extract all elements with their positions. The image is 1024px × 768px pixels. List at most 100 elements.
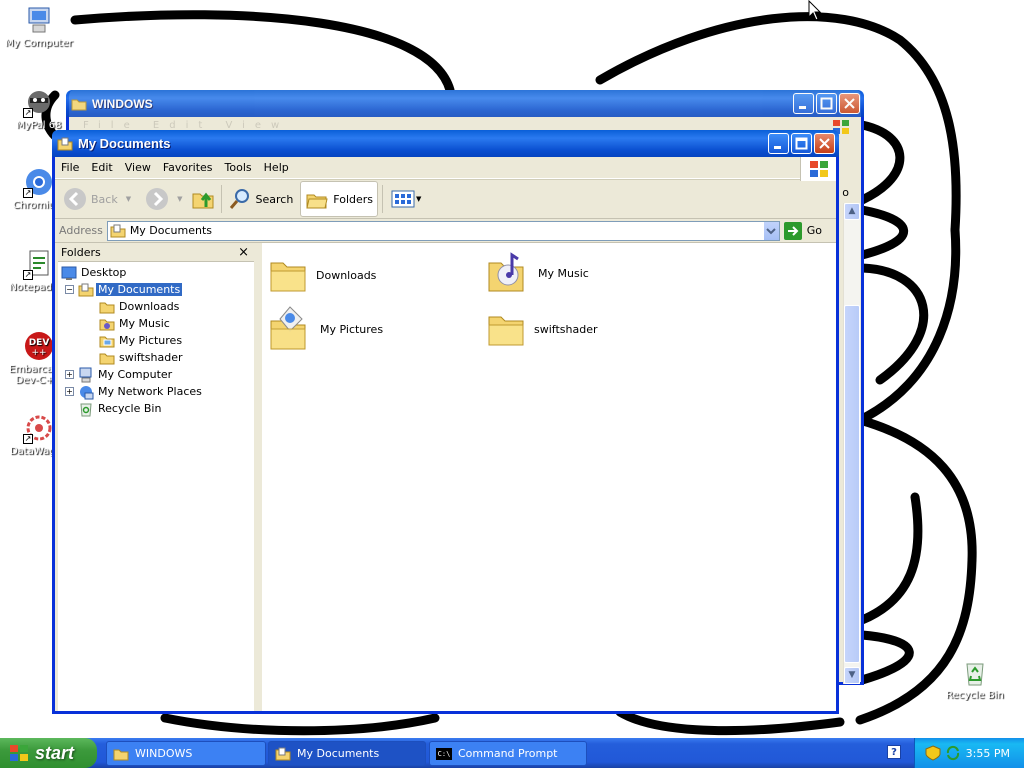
- menu-favorites[interactable]: Favorites: [157, 157, 219, 179]
- folder-icon: [99, 353, 115, 364]
- my-documents-folder-icon: [57, 137, 73, 150]
- shortcut-arrow-icon: ↗: [23, 434, 33, 444]
- desktop-icon-recycle-bin[interactable]: Recycle Bin: [935, 656, 1015, 701]
- tree-item-my-network-places[interactable]: + My Network Places: [58, 383, 254, 400]
- menu-bar: File Edit View Favorites Tools Help: [55, 157, 836, 181]
- tree-item-downloads[interactable]: Downloads: [58, 298, 254, 315]
- close-icon: [819, 138, 830, 149]
- desktop-icon-label: Recycle Bin: [946, 690, 1004, 701]
- my-documents-window[interactable]: My Documents File Edit View Favorites To…: [52, 130, 839, 714]
- forward-button[interactable]: ▼: [141, 181, 186, 217]
- forward-arrow-icon: [146, 188, 169, 210]
- help-icon[interactable]: ?: [887, 745, 901, 759]
- forward-dropdown-icon[interactable]: ▼: [177, 195, 182, 203]
- title-bar[interactable]: My Documents: [52, 130, 839, 157]
- back-dropdown-icon[interactable]: ▼: [126, 195, 131, 203]
- task-command-prompt[interactable]: C:\ Command Prompt: [429, 741, 587, 766]
- svg-text:++: ++: [31, 348, 46, 358]
- item-my-pictures[interactable]: My Pictures: [268, 305, 383, 353]
- sync-arrows-icon[interactable]: [945, 745, 961, 761]
- my-documents-folder-icon: [78, 283, 94, 296]
- desktop-icon-label: My Computer: [5, 38, 73, 49]
- scroll-down-button[interactable]: ▼: [844, 667, 860, 684]
- search-button[interactable]: Search: [224, 181, 298, 217]
- menu-tools[interactable]: Tools: [219, 157, 258, 179]
- computer-icon: [79, 367, 92, 382]
- window-title: My Documents: [78, 136, 171, 151]
- svg-text:DEV: DEV: [29, 338, 50, 348]
- go-text-fragment: o: [842, 186, 849, 199]
- address-dropdown-button[interactable]: [762, 221, 779, 240]
- task-my-documents[interactable]: My Documents: [268, 741, 426, 766]
- minimize-icon: [774, 146, 781, 149]
- tree-item-my-music[interactable]: My Music: [58, 315, 254, 332]
- folder-icon: [99, 302, 115, 313]
- go-button[interactable]: Go: [783, 221, 832, 240]
- taskbar: start WINDOWS My Documents C:\ Command P…: [0, 738, 1024, 768]
- recycle-bin-icon: [966, 663, 984, 686]
- menu-file[interactable]: File: [55, 157, 85, 179]
- expand-icon[interactable]: +: [65, 370, 74, 379]
- folder-icon: [113, 749, 129, 760]
- my-documents-folder-icon: [275, 747, 291, 760]
- menu-edit[interactable]: Edit: [85, 157, 118, 179]
- address-value: My Documents: [129, 224, 213, 237]
- minimize-button[interactable]: [793, 93, 814, 114]
- address-input[interactable]: My Documents: [106, 220, 780, 241]
- minimize-button[interactable]: [768, 133, 789, 154]
- views-button[interactable]: ▼: [387, 181, 425, 217]
- vertical-scrollbar[interactable]: ▲ ▼: [843, 203, 860, 684]
- folder-tree: Desktop − My Documents Downloads My Musi…: [58, 262, 254, 417]
- pictures-folder-icon: [270, 306, 306, 350]
- tree-item-my-computer[interactable]: + My Computer: [58, 366, 254, 383]
- security-shield-icon[interactable]: [925, 745, 941, 761]
- item-swiftshader[interactable]: swiftshader: [486, 309, 598, 349]
- tree-item-my-documents[interactable]: − My Documents: [58, 281, 254, 298]
- maximize-icon: [795, 137, 808, 150]
- shortcut-arrow-icon: ↗: [23, 108, 33, 118]
- recycle-bin-icon: [80, 403, 92, 416]
- search-icon: [229, 189, 249, 209]
- my-documents-small-icon: [110, 224, 126, 237]
- start-button[interactable]: start: [0, 738, 97, 768]
- maximize-icon: [820, 97, 833, 110]
- close-icon: [844, 98, 855, 109]
- title-bar[interactable]: WINDOWS: [66, 90, 864, 117]
- music-folder-icon: [99, 319, 115, 330]
- collapse-icon[interactable]: −: [65, 285, 74, 294]
- tree-item-desktop[interactable]: Desktop: [58, 264, 254, 281]
- tree-item-recycle-bin[interactable]: Recycle Bin: [58, 400, 254, 417]
- content-pane: Downloads My Music My Pictures swiftshad…: [262, 243, 836, 711]
- item-my-music[interactable]: My Music: [486, 251, 589, 295]
- pictures-folder-icon: [99, 336, 115, 347]
- folders-icon: [306, 194, 328, 209]
- scroll-thumb[interactable]: [844, 305, 860, 663]
- menu-help[interactable]: Help: [258, 157, 295, 179]
- desktop-icon-my-computer[interactable]: My Computer: [0, 4, 79, 49]
- maximize-button[interactable]: [791, 133, 812, 154]
- folders-pane: Folders × Desktop − My Documents Downloa…: [58, 243, 258, 711]
- windows-logo-icon: [810, 161, 828, 177]
- close-button[interactable]: [814, 133, 835, 154]
- back-button[interactable]: Back ▼: [59, 181, 135, 217]
- folders-button[interactable]: Folders: [300, 181, 379, 217]
- shortcut-arrow-icon: ↗: [23, 270, 33, 280]
- expand-icon[interactable]: +: [65, 387, 74, 396]
- system-tray: 3:55 PM: [914, 738, 1024, 768]
- computer-icon: [28, 7, 50, 33]
- close-button[interactable]: [839, 93, 860, 114]
- folders-pane-close-button[interactable]: ×: [238, 245, 254, 260]
- task-windows[interactable]: WINDOWS: [106, 741, 266, 766]
- shortcut-arrow-icon: ↗: [23, 188, 33, 198]
- clock[interactable]: 3:55 PM: [966, 747, 1010, 760]
- item-downloads[interactable]: Downloads: [268, 255, 376, 295]
- views-icon: [391, 190, 415, 208]
- tree-item-my-pictures[interactable]: My Pictures: [58, 332, 254, 349]
- up-folder-button[interactable]: [187, 181, 219, 217]
- menu-view[interactable]: View: [119, 157, 157, 179]
- maximize-button[interactable]: [816, 93, 837, 114]
- minimize-icon: [799, 106, 806, 109]
- scroll-up-button[interactable]: ▲: [844, 203, 860, 220]
- back-arrow-icon: [64, 188, 86, 210]
- tree-item-swiftshader[interactable]: swiftshader: [58, 349, 254, 366]
